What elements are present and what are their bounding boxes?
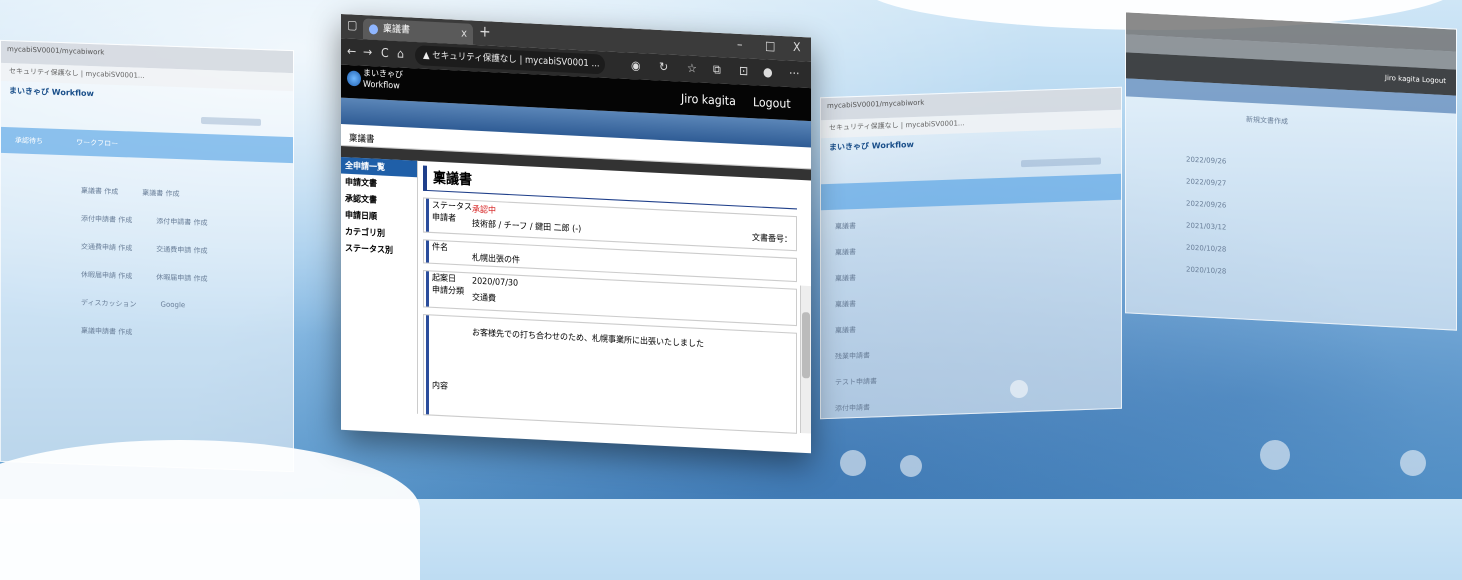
- extension-icon[interactable]: ◉: [631, 58, 641, 73]
- app-logo[interactable]: まいきゃび Workflow: [363, 68, 403, 92]
- applicant-value: 技術部 / チーフ / 鍵田 二郎 (-): [472, 218, 582, 234]
- content-label-wrap: 内容: [426, 315, 448, 416]
- url-text: mycabiSV0001 ...: [525, 55, 600, 70]
- bokeh-dot: [1260, 440, 1290, 470]
- ghost-item: 稟議申請書 作成: [81, 326, 133, 337]
- ghost-blue-bar: 承認待ち ワークフロー: [1, 126, 293, 164]
- bokeh-dot: [900, 455, 922, 477]
- ghost-user: Jiro kagita: [1384, 73, 1420, 84]
- background-window-left: mycabiSV0001/mycabiwork セキュリティ保護なし | myc…: [0, 39, 294, 473]
- content-row: 内容 お客様先での打ち合わせのため、札幌事業所に出張いたしました: [423, 314, 797, 434]
- background-window-middle: mycabiSV0001/mycabiwork セキュリティ保護なし | myc…: [820, 86, 1122, 420]
- ghost-item: 添付申請書 作成: [81, 214, 133, 225]
- security-warning: ▲ セキュリティ保護なし: [423, 50, 517, 66]
- ghost-logout: Logout: [1422, 75, 1446, 86]
- ghost-item: 稟議書 作成: [81, 186, 119, 196]
- ghost-row: 稟議書: [835, 274, 856, 283]
- content-area: 全申請一覧 申請文書 承認文書 申請日順 カテゴリ別 ステータス別 稟議書 ステ…: [341, 157, 811, 434]
- applicant-label: 申請者: [432, 212, 456, 224]
- ghost-bar-label: ワークフロー: [76, 138, 119, 148]
- tab-close-icon[interactable]: x: [461, 23, 467, 44]
- profile-icon[interactable]: ●: [763, 65, 773, 80]
- maximize-button[interactable]: □: [765, 39, 775, 54]
- status-value: 承認中: [472, 204, 496, 216]
- status-labels: ステータス 申請者: [426, 198, 472, 234]
- ghost-item: 休暇届申請 作成: [156, 273, 208, 284]
- close-window-button[interactable]: X: [793, 40, 801, 55]
- user-name: Jiro kagita: [681, 91, 736, 109]
- scrollbar[interactable]: [800, 285, 811, 434]
- category-value: 交通費: [472, 292, 496, 304]
- document-number-label: 文書番号：: [752, 232, 792, 245]
- browser-window: ▢ 稟議書 x + – □ X ← → C ⌂ ▲ セキュリティ保護なし | m…: [341, 14, 811, 454]
- ghost-side-label: 承認待ち: [15, 136, 43, 146]
- more-menu-icon[interactable]: ···: [789, 66, 800, 81]
- subject-label: 件名: [426, 240, 448, 264]
- reload-icon[interactable]: C: [381, 46, 389, 61]
- favicon-icon: [369, 24, 378, 35]
- sidebar: 全申請一覧 申請文書 承認文書 申請日順 カテゴリ別 ステータス別: [341, 157, 418, 414]
- ghost-item: 交通費申請 作成: [81, 242, 133, 253]
- ghost-row: 稟議書: [835, 326, 856, 335]
- ghost-item: 添付申請書 作成: [156, 217, 208, 228]
- background-window-right: Jiro kagita Logout 新規文書作成 2022/09/26 202…: [1125, 11, 1457, 331]
- refresh-ext-icon[interactable]: ↻: [659, 60, 668, 75]
- document-panel: 稟議書 ステータス 申請者 承認中 技術部 / チーフ / 鍵田 二郎 (-) …: [423, 165, 797, 434]
- ghost-item: 交通費申請 作成: [156, 245, 208, 256]
- logout-link[interactable]: Logout: [753, 95, 791, 111]
- sidebar-item-by-status[interactable]: ステータス別: [341, 240, 417, 260]
- tab-actions-icon[interactable]: ▢: [347, 18, 357, 33]
- share-icon[interactable]: ⊡: [739, 64, 748, 79]
- minimize-button[interactable]: –: [737, 37, 743, 52]
- ghost-line: [1021, 157, 1101, 168]
- ghost-row: 稟議書: [835, 222, 856, 231]
- subject-value: 札幌出張の件: [472, 252, 520, 265]
- bokeh-dot: [840, 450, 866, 476]
- ghost-row: 稟議書: [835, 248, 856, 257]
- scrollbar-thumb[interactable]: [802, 312, 810, 379]
- ghost-row: テスト申請書: [835, 377, 877, 387]
- back-icon[interactable]: ←: [347, 44, 356, 59]
- tab-title: 稟議書: [383, 23, 411, 37]
- collections-icon[interactable]: ⧉: [713, 62, 721, 78]
- date-value: 2020/07/30: [472, 275, 519, 288]
- ghost-row: 稟議書: [835, 300, 856, 309]
- ghost-blue-bar: [821, 173, 1121, 211]
- ghost-item: 休暇届申請 作成: [81, 270, 133, 281]
- new-tab-button[interactable]: +: [479, 23, 491, 41]
- ghost-item: Google: [160, 300, 186, 310]
- ghost-item: ディスカッション: [81, 298, 137, 309]
- ghost-row: 残業申請書: [835, 351, 870, 361]
- ghost-line: [201, 116, 261, 126]
- category-label: 申請分類: [432, 284, 464, 297]
- favorites-icon[interactable]: ☆: [687, 61, 697, 76]
- content-value: お客様先での打ち合わせのため、札幌事業所に出張いたしました: [472, 327, 704, 349]
- date-labels: 起案日 申請分類: [426, 271, 464, 309]
- ghost-item: 稟議書 作成: [142, 188, 180, 199]
- content-label: 内容: [432, 380, 448, 392]
- logo-line2: Workflow: [363, 78, 400, 91]
- logo-icon: [347, 70, 361, 87]
- home-icon[interactable]: ⌂: [397, 47, 404, 62]
- bokeh-dot: [1400, 450, 1426, 476]
- forward-icon[interactable]: →: [363, 45, 372, 60]
